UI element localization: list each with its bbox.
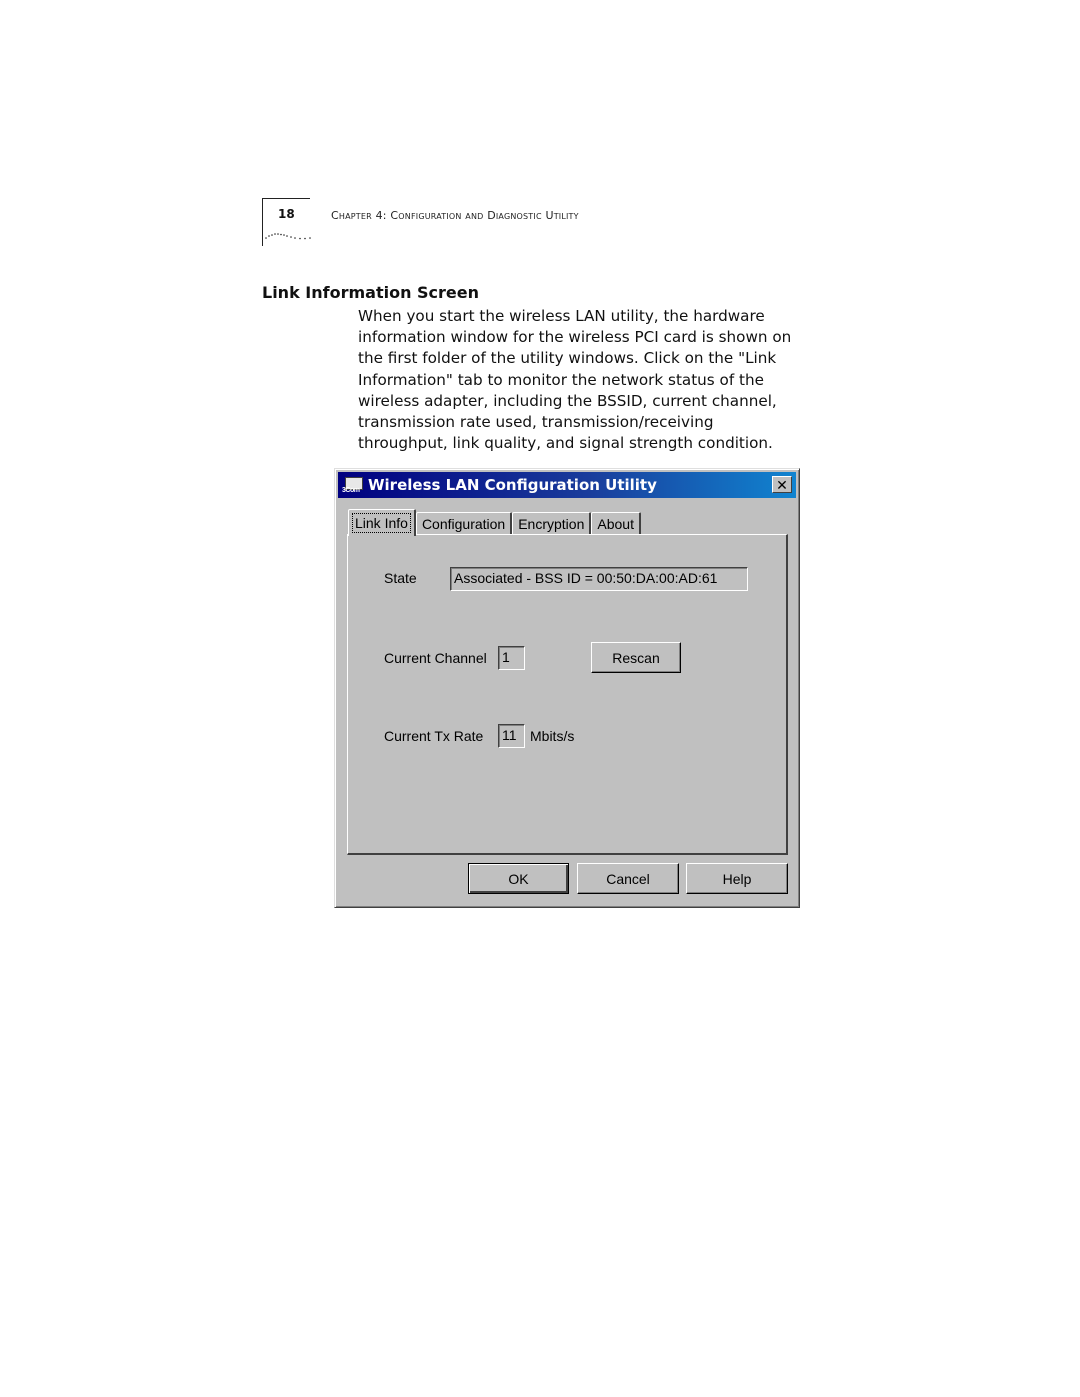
window-title: Wireless LAN Configuration Utility: [368, 476, 657, 494]
body-paragraph: When you start the wireless LAN utility,…: [358, 307, 792, 453]
section-title: Link Information Screen: [262, 283, 480, 302]
cancel-button[interactable]: Cancel: [577, 863, 679, 894]
tab-link-info[interactable]: Link Info: [348, 509, 416, 536]
dotted-arc-decoration: [265, 233, 311, 240]
current-tx-rate-label: Current Tx Rate: [384, 728, 484, 744]
state-label: State: [384, 570, 417, 586]
page-number: 18: [278, 207, 295, 221]
close-button[interactable]: ✕: [772, 476, 792, 493]
help-button[interactable]: Help: [686, 863, 788, 894]
rescan-button[interactable]: Rescan: [591, 642, 681, 673]
corner-rule-vertical: [262, 198, 263, 246]
current-channel-field: 1: [498, 646, 525, 670]
tab-strip: Link Info Configuration Encryption About: [348, 509, 641, 536]
state-field: Associated - BSS ID = 00:50:DA:00:AD:61: [450, 567, 748, 591]
corner-rule-horizontal: [262, 198, 310, 199]
current-channel-label: Current Channel: [384, 650, 487, 666]
ok-button[interactable]: OK: [468, 863, 569, 894]
running-head: Chapter 4: Configuration and Diagnostic …: [331, 209, 579, 222]
tab-about[interactable]: About: [591, 512, 641, 535]
page-corner-mark: [262, 198, 311, 246]
tx-rate-field: 11: [498, 724, 525, 748]
close-icon: ✕: [776, 476, 788, 493]
title-bar[interactable]: 3Com Wireless LAN Configuration Utility …: [338, 472, 796, 498]
wireless-lan-config-dialog: 3Com Wireless LAN Configuration Utility …: [334, 468, 800, 908]
tab-encryption[interactable]: Encryption: [512, 512, 592, 535]
tx-rate-unit: Mbits/s: [530, 728, 575, 744]
3com-app-icon: 3Com: [342, 476, 364, 494]
tab-configuration[interactable]: Configuration: [415, 512, 513, 535]
